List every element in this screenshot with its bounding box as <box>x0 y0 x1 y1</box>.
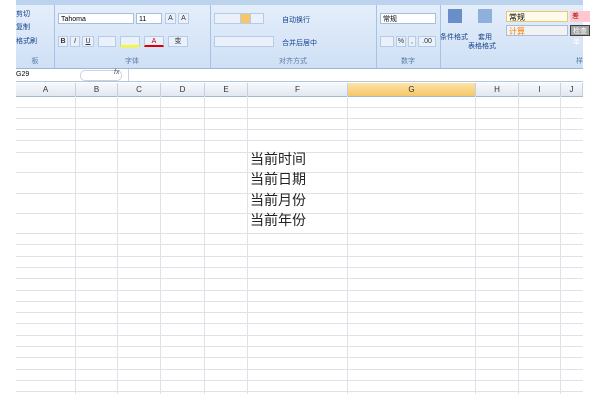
shrink-font-button[interactable]: A <box>178 13 189 24</box>
percent-button[interactable]: % <box>396 36 406 47</box>
font-group: Tahoma 11 A A B I U A 变 字体 <box>54 5 211 68</box>
decimal-button[interactable]: .00 <box>418 36 436 47</box>
merge-center-button[interactable]: 合并后居中 <box>282 38 317 48</box>
column-header-J[interactable]: J <box>561 83 583 96</box>
table-format-icon <box>478 9 492 23</box>
format-painter-button[interactable]: 格式刷 <box>16 36 37 46</box>
column-header-F[interactable]: F <box>248 83 348 96</box>
italic-button[interactable]: I <box>70 36 80 47</box>
gridline <box>16 290 583 291</box>
gridline <box>16 140 583 141</box>
column-header-E[interactable]: E <box>205 83 248 96</box>
table-format-label: 表格格式 <box>468 43 496 50</box>
column-header-H[interactable]: H <box>476 83 519 96</box>
clipboard-group: 剪切 复制 格式刷 板 <box>16 5 55 68</box>
grow-font-button[interactable]: A <box>165 13 176 24</box>
gridline <box>16 244 583 245</box>
wrap-text-button[interactable]: 自动换行 <box>282 15 310 25</box>
number-group: 常规 % , .00 数字 <box>376 5 441 68</box>
font-size-select[interactable]: 11 <box>136 13 162 24</box>
comma-button[interactable]: , <box>408 36 416 47</box>
number-format-select[interactable]: 常规 <box>380 13 436 24</box>
name-box[interactable]: G29 <box>16 70 74 80</box>
cut-button[interactable]: 剪切 <box>16 9 30 19</box>
style-calc[interactable]: 计算 <box>506 25 568 36</box>
gridline <box>16 357 583 358</box>
cell-F6[interactable]: 当前时间 <box>250 150 306 170</box>
style-normal[interactable]: 常规 <box>506 11 568 22</box>
gridline <box>16 107 583 108</box>
vertical-align-buttons[interactable] <box>214 13 264 24</box>
cell-F7[interactable]: 当前日期 <box>250 170 306 190</box>
column-header-B[interactable]: B <box>76 83 118 96</box>
column-header-C[interactable]: C <box>118 83 161 96</box>
currency-button[interactable] <box>380 36 394 47</box>
gridline <box>16 278 583 279</box>
column-header-A[interactable]: A <box>16 83 76 96</box>
cell-grid[interactable]: 当前时间 当前日期 当前月份 当前年份 <box>16 96 583 394</box>
gridline <box>16 312 583 313</box>
gridline <box>16 267 583 268</box>
gridline <box>16 323 583 324</box>
conditional-format-icon <box>448 9 462 23</box>
fill-color-button[interactable] <box>120 36 140 47</box>
insert-function-button[interactable]: fx <box>114 69 119 76</box>
column-headers: ABCDEFGHIJ <box>16 83 583 97</box>
gridline <box>16 346 583 347</box>
number-label: 数字 <box>401 58 415 65</box>
ribbon: 剪切 复制 格式刷 板 Tahoma 11 A A B I U A 变 字体 自… <box>16 5 590 69</box>
gridline <box>16 129 583 130</box>
bold-button[interactable]: B <box>58 36 68 47</box>
font-name-select[interactable]: Tahoma <box>58 13 134 24</box>
middle-align-button[interactable] <box>240 13 251 24</box>
underline-button[interactable]: U <box>82 36 94 47</box>
gridline <box>16 369 583 370</box>
phonetic-button[interactable]: 变 <box>168 36 188 47</box>
column-header-D[interactable]: D <box>161 83 205 96</box>
styles-group: 条件格式 套用 表格格式 常规 差 计算 检查单 样 <box>440 5 590 68</box>
cell-F9[interactable]: 当前年份 <box>250 211 306 231</box>
gridline <box>16 335 583 336</box>
border-button[interactable] <box>98 36 116 47</box>
horizontal-align-buttons[interactable] <box>214 36 274 47</box>
conditional-format-button[interactable]: 条件格式 <box>440 32 468 42</box>
gridline <box>16 118 583 119</box>
copy-button[interactable]: 复制 <box>16 22 30 32</box>
gridline <box>16 380 583 381</box>
font-color-button[interactable]: A <box>144 36 164 47</box>
alignment-label: 对齐方式 <box>279 58 307 65</box>
gridline <box>16 391 583 392</box>
font-label: 字体 <box>125 58 139 65</box>
formula-bar: G29 fx <box>16 69 583 82</box>
style-check[interactable]: 检查单 <box>570 25 590 46</box>
style-bad[interactable]: 差 <box>570 11 590 22</box>
column-header-G[interactable]: G <box>348 83 476 96</box>
gridline <box>16 256 583 257</box>
alignment-group: 自动换行 合并后居中 对齐方式 <box>210 5 377 68</box>
column-header-I[interactable]: I <box>519 83 561 96</box>
formula-input[interactable] <box>128 69 583 81</box>
clipboard-label: 板 <box>31 58 39 65</box>
gridline <box>16 301 583 302</box>
gridline <box>16 233 583 234</box>
styles-label: 样 <box>576 58 583 65</box>
cell-F8[interactable]: 当前月份 <box>250 191 306 211</box>
